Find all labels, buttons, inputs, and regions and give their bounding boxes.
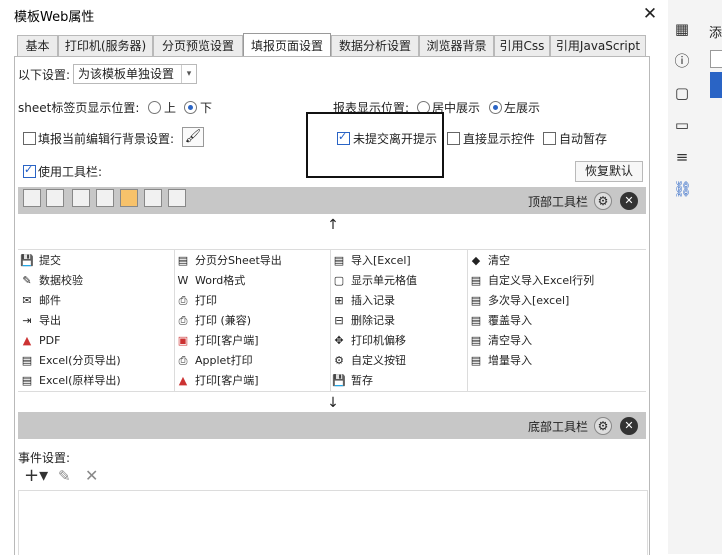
verify-icon: ✎	[22, 274, 32, 287]
paint-bucket-icon[interactable]: 🖌	[182, 127, 204, 147]
verify-icon[interactable]	[46, 189, 64, 207]
gear-icon: ⚙	[334, 354, 344, 367]
radio-bottom[interactable]	[184, 101, 197, 114]
tab-printer-server[interactable]: 打印机(服务器)	[58, 35, 153, 57]
edit-icon[interactable]: ✎	[58, 466, 71, 486]
print-icon: ⎙	[178, 294, 188, 307]
delete-icon[interactable]: ✕	[85, 466, 98, 486]
inbox-icon[interactable]: ▭	[673, 116, 691, 134]
excel-icon: ▤	[21, 354, 33, 367]
tab-fill-page[interactable]: 填报页面设置	[243, 33, 331, 58]
print-client-icon: ▣	[177, 334, 189, 347]
grid-line	[467, 250, 468, 391]
print-icon[interactable]	[72, 189, 90, 207]
excel-icon: ▤	[470, 294, 482, 307]
scope-value: 为该模板单独设置	[78, 67, 175, 81]
arrow-up-icon[interactable]: ↑	[326, 217, 340, 233]
tab-basic[interactable]: 基本	[17, 35, 58, 57]
radio-left-label: 左展示	[504, 101, 541, 115]
tab-browser-bg[interactable]: 浏览器背景	[419, 35, 494, 57]
excel-icon: ▤	[333, 254, 345, 267]
gear-icon[interactable]: ⚙	[594, 417, 612, 435]
move-icon: ✥	[334, 334, 344, 347]
close-icon[interactable]: ✕	[640, 4, 660, 24]
gear-icon[interactable]: ⚙	[594, 192, 612, 210]
right-panel-text: 添	[709, 26, 722, 41]
grid-line	[18, 391, 646, 392]
info-icon[interactable]: ⓘ	[673, 52, 691, 70]
use-toolbar-label: 使用工具栏:	[38, 165, 103, 179]
pdf-icon: ▲	[22, 334, 32, 347]
radio-top[interactable]	[148, 101, 161, 114]
event-list[interactable]	[18, 490, 648, 555]
grid-line	[174, 250, 175, 391]
remove-icon[interactable]: ✕	[620, 417, 638, 435]
bottom-toolbar-label: 底部工具栏	[528, 420, 589, 434]
excel-icon: ▤	[470, 314, 482, 327]
right-panel-selection[interactable]	[710, 72, 722, 98]
cell-value-icon: ▢	[333, 274, 345, 287]
top-toolbar-label: 顶部工具栏	[528, 195, 589, 209]
sheet-pos-label: sheet标签页显示位置:	[18, 101, 140, 115]
print-icon: ⎙	[178, 314, 188, 327]
unsubmitted-label: 未提交离开提示	[353, 132, 438, 146]
excel-icon: ▤	[21, 374, 33, 387]
pdf-icon: ▲	[178, 374, 188, 387]
arrow-down-icon[interactable]: ↓	[326, 395, 340, 411]
print-icon: ⎙	[178, 354, 188, 367]
dialog-title: 模板Web属性	[14, 10, 95, 25]
scope-select[interactable]: 为该模板单独设置 ▾	[73, 64, 197, 84]
layout-icon[interactable]: ▦	[673, 20, 691, 38]
fill-bg-checkbox[interactable]	[23, 132, 36, 145]
right-panel-field[interactable]	[710, 50, 722, 68]
email-icon: ✉	[22, 294, 32, 307]
use-toolbar-checkbox[interactable]	[23, 163, 36, 178]
grid-line	[330, 250, 331, 391]
insert-row-icon[interactable]	[144, 189, 162, 207]
radio-top-label: 上	[164, 101, 177, 115]
web-attributes-dialog: 模板Web属性 ✕ 基本 打印机(服务器) 分页预览设置 填报页面设置 数据分析…	[0, 0, 669, 555]
chevron-down-icon: ▾	[181, 65, 196, 83]
fill-bg-label: 填报当前编辑行背景设置:	[38, 132, 175, 146]
tab-javascript[interactable]: 引用JavaScript	[550, 35, 646, 57]
cell-value-icon[interactable]	[168, 189, 186, 207]
direct-ctrl-checkbox[interactable]	[447, 132, 460, 145]
restore-default-button[interactable]: 恢复默认	[575, 161, 643, 182]
eraser-icon: ◆	[471, 254, 481, 267]
export-icon[interactable]	[96, 189, 114, 207]
radio-left[interactable]	[489, 101, 502, 114]
email-icon[interactable]	[120, 189, 138, 207]
events-label: 事件设置:	[18, 451, 71, 465]
save-icon[interactable]	[23, 189, 41, 207]
excel-icon: ▤	[470, 354, 482, 367]
insert-row-icon: ⊞	[334, 294, 344, 307]
delete-row-icon: ⊟	[334, 314, 344, 327]
stack-icon[interactable]: ≡	[673, 148, 691, 166]
grid-line	[18, 249, 646, 250]
direct-ctrl-label: 直接显示控件	[463, 132, 536, 146]
save-icon: 💾	[20, 254, 34, 267]
excel-icon: ▤	[470, 334, 482, 347]
scope-label: 以下设置:	[18, 68, 71, 82]
tab-css[interactable]: 引用Css	[494, 35, 550, 57]
tab-page-preview[interactable]: 分页预览设置	[153, 35, 243, 57]
autosave-label: 自动暂存	[559, 132, 608, 146]
autosave-checkbox[interactable]	[543, 132, 556, 145]
square-icon[interactable]: ▢	[673, 84, 691, 102]
tab-data-analysis[interactable]: 数据分析设置	[331, 35, 419, 57]
link-icon[interactable]: ⛓	[673, 180, 692, 198]
radio-bottom-label: 下	[200, 101, 213, 115]
excel-icon: ▤	[470, 274, 482, 287]
remove-icon[interactable]: ✕	[620, 192, 638, 210]
export-icon: ⇥	[22, 314, 32, 327]
excel-icon: ▤	[177, 254, 189, 267]
add-icon[interactable]: +▾	[24, 466, 48, 486]
unsubmitted-checkbox[interactable]	[337, 130, 350, 145]
save-icon: 💾	[332, 374, 346, 387]
word-icon: W	[177, 274, 189, 287]
